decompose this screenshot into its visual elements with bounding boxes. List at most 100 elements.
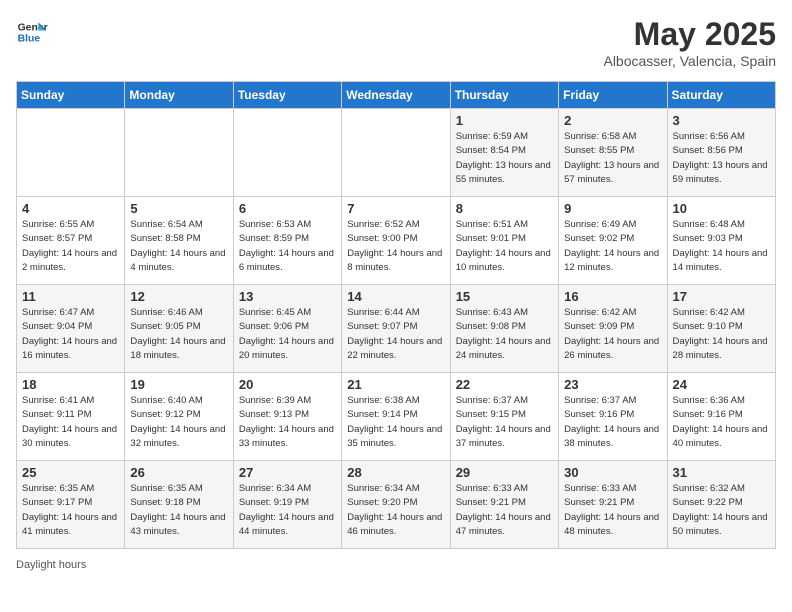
day-number: 20 <box>239 377 336 392</box>
week-row-2: 4 Sunrise: 6:55 AMSunset: 8:57 PMDaylight… <box>17 197 776 285</box>
calendar-cell: 31Sunrise: 6:32 AMSunset: 9:22 PMDayligh… <box>667 461 775 549</box>
day-number: 16 <box>564 289 661 304</box>
day-number: 7 <box>347 201 444 216</box>
calendar-cell: 10Sunrise: 6:48 AMSunset: 9:03 PMDayligh… <box>667 197 775 285</box>
day-number: 25 <box>22 465 119 480</box>
weekday-header-thursday: Thursday <box>450 82 558 109</box>
day-info: Sunrise: 6:53 AMSunset: 8:59 PMDaylight:… <box>239 218 336 275</box>
weekday-header-saturday: Saturday <box>667 82 775 109</box>
day-number: 9 <box>564 201 661 216</box>
day-info: Sunrise: 6:37 AMSunset: 9:15 PMDaylight:… <box>456 394 553 451</box>
calendar-cell: 19 Sunrise: 6:40 AMSunset: 9:12 PMDayligh… <box>125 373 233 461</box>
day-number: 18 <box>22 377 119 392</box>
calendar-cell <box>125 109 233 197</box>
day-info: Sunrise: 6:51 AMSunset: 9:01 PMDaylight:… <box>456 218 553 275</box>
calendar-cell: 29 Sunrise: 6:33 AMSunset: 9:21 PMDayligh… <box>450 461 558 549</box>
day-info: Sunrise: 6:37 AMSunset: 9:16 PMDaylight:… <box>564 394 661 451</box>
page-header: General Blue May 2025 Albocasser, Valenc… <box>16 16 776 69</box>
calendar-cell: 4 Sunrise: 6:55 AMSunset: 8:57 PMDaylight… <box>17 197 125 285</box>
day-number: 15 <box>456 289 553 304</box>
calendar-cell: 26 Sunrise: 6:35 AMSunset: 9:18 PMDayligh… <box>125 461 233 549</box>
day-info: Sunrise: 6:43 AMSunset: 9:08 PMDaylight:… <box>456 306 553 363</box>
calendar-cell: 30Sunrise: 6:33 AMSunset: 9:21 PMDayligh… <box>559 461 667 549</box>
day-info: Sunrise: 6:47 AMSunset: 9:04 PMDaylight:… <box>22 306 119 363</box>
calendar-cell: 8 Sunrise: 6:51 AMSunset: 9:01 PMDaylight… <box>450 197 558 285</box>
day-info: Sunrise: 6:40 AMSunset: 9:12 PMDaylight:… <box>130 394 227 451</box>
weekday-header-monday: Monday <box>125 82 233 109</box>
day-info: Sunrise: 6:34 AMSunset: 9:19 PMDaylight:… <box>239 482 336 539</box>
calendar-cell <box>233 109 341 197</box>
day-number: 2 <box>564 113 661 128</box>
day-info: Sunrise: 6:46 AMSunset: 9:05 PMDaylight:… <box>130 306 227 363</box>
day-info: Sunrise: 6:39 AMSunset: 9:13 PMDaylight:… <box>239 394 336 451</box>
day-info: Sunrise: 6:54 AMSunset: 8:58 PMDaylight:… <box>130 218 227 275</box>
day-number: 19 <box>130 377 227 392</box>
day-info: Sunrise: 6:56 AMSunset: 8:56 PMDaylight:… <box>673 130 770 187</box>
day-number: 3 <box>673 113 770 128</box>
calendar-cell: 22 Sunrise: 6:37 AMSunset: 9:15 PMDayligh… <box>450 373 558 461</box>
calendar-cell: 2Sunrise: 6:58 AMSunset: 8:55 PMDaylight… <box>559 109 667 197</box>
calendar-cell: 20 Sunrise: 6:39 AMSunset: 9:13 PMDayligh… <box>233 373 341 461</box>
day-number: 30 <box>564 465 661 480</box>
week-row-1: 1 Sunrise: 6:59 AMSunset: 8:54 PMDaylight… <box>17 109 776 197</box>
footer: Daylight hours <box>16 559 776 571</box>
calendar-cell: 18 Sunrise: 6:41 AMSunset: 9:11 PMDayligh… <box>17 373 125 461</box>
day-number: 6 <box>239 201 336 216</box>
day-info: Sunrise: 6:35 AMSunset: 9:18 PMDaylight:… <box>130 482 227 539</box>
day-number: 28 <box>347 465 444 480</box>
day-number: 1 <box>456 113 553 128</box>
weekday-header-sunday: Sunday <box>17 82 125 109</box>
calendar-cell: 3 Sunrise: 6:56 AMSunset: 8:56 PMDaylight… <box>667 109 775 197</box>
day-number: 26 <box>130 465 227 480</box>
week-row-3: 11Sunrise: 6:47 AMSunset: 9:04 PMDayligh… <box>17 285 776 373</box>
daylight-hours-label: Daylight hours <box>16 559 86 571</box>
month-title: May 2025 <box>603 16 776 53</box>
day-info: Sunrise: 6:52 AMSunset: 9:00 PMDaylight:… <box>347 218 444 275</box>
calendar-cell: 16 Sunrise: 6:42 AMSunset: 9:09 PMDayligh… <box>559 285 667 373</box>
location: Albocasser, Valencia, Spain <box>603 53 776 69</box>
calendar-cell: 6 Sunrise: 6:53 AMSunset: 8:59 PMDaylight… <box>233 197 341 285</box>
day-number: 12 <box>130 289 227 304</box>
day-info: Sunrise: 6:32 AMSunset: 9:22 PMDaylight:… <box>673 482 770 539</box>
logo: General Blue <box>16 16 48 48</box>
weekday-header-friday: Friday <box>559 82 667 109</box>
day-number: 5 <box>130 201 227 216</box>
svg-text:Blue: Blue <box>18 34 41 45</box>
day-info: Sunrise: 6:34 AMSunset: 9:20 PMDaylight:… <box>347 482 444 539</box>
day-number: 24 <box>673 377 770 392</box>
logo-icon: General Blue <box>16 16 48 48</box>
day-number: 14 <box>347 289 444 304</box>
day-info: Sunrise: 6:33 AMSunset: 9:21 PMDaylight:… <box>456 482 553 539</box>
day-number: 21 <box>347 377 444 392</box>
day-number: 29 <box>456 465 553 480</box>
day-info: Sunrise: 6:41 AMSunset: 9:11 PMDaylight:… <box>22 394 119 451</box>
calendar-cell: 27Sunrise: 6:34 AMSunset: 9:19 PMDayligh… <box>233 461 341 549</box>
calendar-cell: 28 Sunrise: 6:34 AMSunset: 9:20 PMDayligh… <box>342 461 450 549</box>
day-info: Sunrise: 6:49 AMSunset: 9:02 PMDaylight:… <box>564 218 661 275</box>
calendar-cell: 15 Sunrise: 6:43 AMSunset: 9:08 PMDayligh… <box>450 285 558 373</box>
calendar-cell: 11Sunrise: 6:47 AMSunset: 9:04 PMDayligh… <box>17 285 125 373</box>
day-info: Sunrise: 6:36 AMSunset: 9:16 PMDaylight:… <box>673 394 770 451</box>
weekday-header-wednesday: Wednesday <box>342 82 450 109</box>
weekday-header-tuesday: Tuesday <box>233 82 341 109</box>
calendar-cell: 25 Sunrise: 6:35 AMSunset: 9:17 PMDayligh… <box>17 461 125 549</box>
day-number: 8 <box>456 201 553 216</box>
calendar-cell: 13Sunrise: 6:45 AMSunset: 9:06 PMDayligh… <box>233 285 341 373</box>
day-info: Sunrise: 6:35 AMSunset: 9:17 PMDaylight:… <box>22 482 119 539</box>
day-info: Sunrise: 6:42 AMSunset: 9:10 PMDaylight:… <box>673 306 770 363</box>
calendar-table: SundayMondayTuesdayWednesdayThursdayFrid… <box>16 81 776 549</box>
calendar-cell <box>342 109 450 197</box>
day-info: Sunrise: 6:59 AMSunset: 8:54 PMDaylight:… <box>456 130 553 187</box>
calendar-cell: 24 Sunrise: 6:36 AMSunset: 9:16 PMDayligh… <box>667 373 775 461</box>
calendar-cell: 17Sunrise: 6:42 AMSunset: 9:10 PMDayligh… <box>667 285 775 373</box>
day-number: 23 <box>564 377 661 392</box>
day-number: 13 <box>239 289 336 304</box>
day-info: Sunrise: 6:42 AMSunset: 9:09 PMDaylight:… <box>564 306 661 363</box>
calendar-cell: 12 Sunrise: 6:46 AMSunset: 9:05 PMDayligh… <box>125 285 233 373</box>
day-info: Sunrise: 6:55 AMSunset: 8:57 PMDaylight:… <box>22 218 119 275</box>
calendar-cell: 9 Sunrise: 6:49 AMSunset: 9:02 PMDaylight… <box>559 197 667 285</box>
calendar-cell: 21Sunrise: 6:38 AMSunset: 9:14 PMDayligh… <box>342 373 450 461</box>
day-number: 4 <box>22 201 119 216</box>
day-number: 22 <box>456 377 553 392</box>
calendar-cell: 1 Sunrise: 6:59 AMSunset: 8:54 PMDaylight… <box>450 109 558 197</box>
